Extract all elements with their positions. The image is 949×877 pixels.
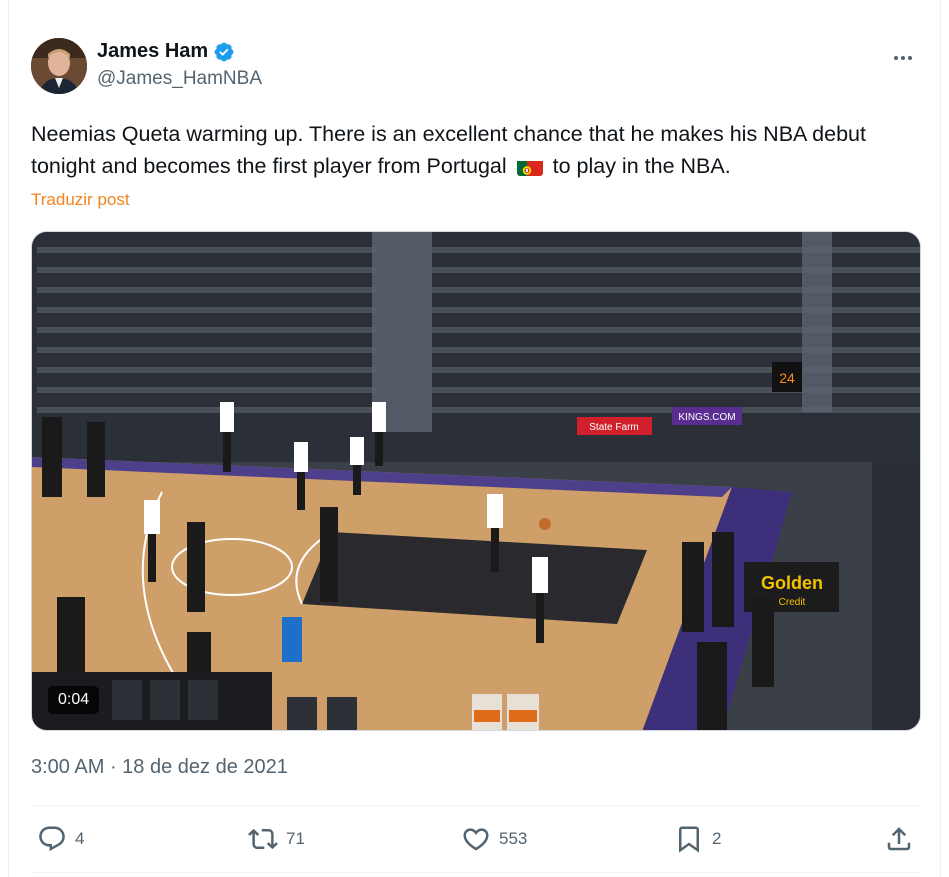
state-farm-text: State Farm — [589, 422, 638, 433]
post-time[interactable]: 3:00 AM — [31, 756, 104, 778]
share-icon — [887, 827, 911, 851]
action-bar: 4 71 553 2 — [31, 818, 921, 860]
more-options-icon[interactable] — [885, 44, 921, 72]
tweet-text-part-1: Neemias Queta warming up. There is an ex… — [31, 122, 866, 178]
divider — [31, 805, 921, 806]
repost-button[interactable]: 71 — [248, 818, 305, 860]
like-count: 553 — [499, 829, 528, 848]
repost-icon — [248, 828, 278, 850]
timestamp-separator: · — [104, 756, 123, 778]
heart-icon — [463, 828, 489, 851]
bookmark-button[interactable]: 2 — [674, 818, 721, 860]
verified-badge-icon — [214, 42, 234, 61]
repost-count: 71 — [286, 829, 305, 848]
tweet-text: Neemias Queta warming up. There is an ex… — [31, 118, 911, 182]
author-names: James Ham @James_HamNBA — [97, 40, 262, 90]
portugal-flag-icon — [516, 157, 543, 176]
credit-text: Credit — [779, 597, 806, 608]
translate-post-link[interactable]: Traduzir post — [31, 190, 130, 210]
kings-com-text: KINGS.COM — [678, 412, 735, 423]
shot-clock-text: 24 — [779, 370, 795, 386]
tweet-header: James Ham @James_HamNBA — [31, 38, 921, 98]
post-timestamp: 3:00 AM · 18 de dez de 2021 — [31, 756, 288, 779]
share-button[interactable] — [884, 818, 914, 860]
author-handle[interactable]: @James_HamNBA — [97, 68, 262, 90]
avatar[interactable] — [31, 38, 87, 94]
like-button[interactable]: 553 — [461, 818, 527, 860]
video-duration-badge: 0:04 — [48, 686, 100, 714]
display-name-row[interactable]: James Ham — [97, 40, 262, 63]
bottom-divider — [31, 872, 921, 873]
post-date[interactable]: 18 de dez de 2021 — [122, 756, 288, 778]
display-name[interactable]: James Ham — [97, 40, 208, 63]
reply-count: 4 — [75, 829, 85, 848]
golden-text: Golden — [761, 573, 823, 593]
bookmark-icon — [679, 826, 699, 853]
tweet-text-part-2: to play in the NBA. — [552, 154, 731, 178]
bookmark-count: 2 — [712, 829, 722, 848]
video-frame: State Farm KINGS.COM 24 Golden Credit — [32, 232, 920, 730]
reply-icon — [39, 826, 65, 852]
reply-button[interactable]: 4 — [37, 818, 84, 860]
video-player[interactable]: State Farm KINGS.COM 24 Golden Credit 0:… — [31, 231, 921, 731]
